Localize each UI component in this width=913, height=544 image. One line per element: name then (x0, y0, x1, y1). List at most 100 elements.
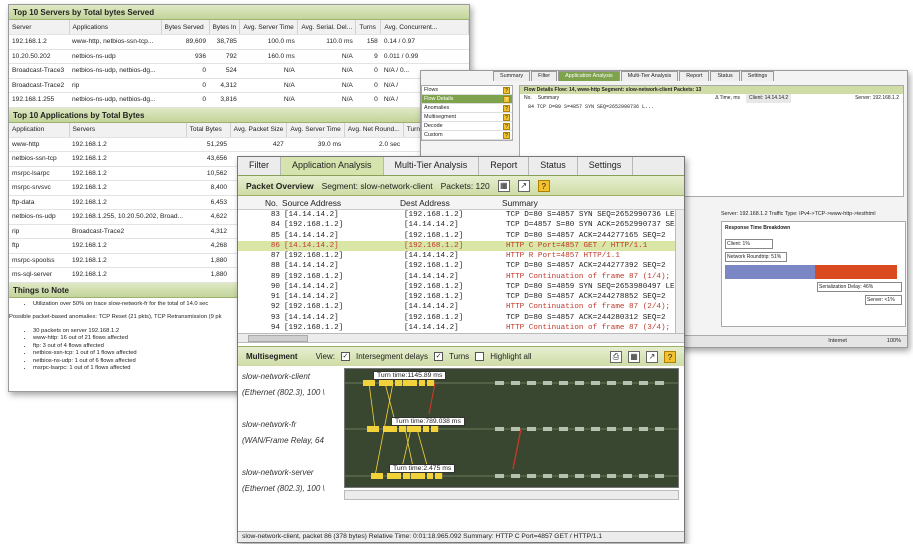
main-tab[interactable]: Multi-Tier Analysis (384, 157, 480, 175)
flow-tab[interactable]: Report (679, 71, 710, 81)
help-icon[interactable]: ? (503, 132, 510, 139)
flow-tab[interactable]: Application Analysis (558, 71, 620, 81)
col-src[interactable]: Source Address (282, 198, 400, 208)
table-icon[interactable]: ▦ (497, 179, 510, 192)
help-icon[interactable]: ? (503, 123, 510, 130)
flow-packet-row[interactable]: 84 TCP D=80 S=4857 SYN SEQ=2652990736 L.… (524, 103, 903, 111)
packet-row[interactable]: 94 [192.168.1.2] [14.14.14.2] HTTP Continua… (238, 323, 684, 333)
help-icon[interactable]: ? (537, 179, 550, 192)
packet-block (427, 380, 435, 386)
table2-icon[interactable]: ▦ (628, 350, 640, 363)
col-no[interactable]: No. (246, 198, 282, 208)
nav-item[interactable]: Custom? (422, 131, 512, 140)
apps-cell: 192.168.1.2 (69, 267, 187, 283)
apps-cell: netbios-ns-udp (9, 209, 69, 225)
help-icon[interactable]: ? (503, 87, 510, 94)
servers-col-header[interactable]: Applications (69, 20, 162, 35)
packet-block (607, 474, 616, 478)
main-tab[interactable]: Report (479, 157, 530, 175)
main-tab[interactable]: Status (529, 157, 578, 175)
packet-row[interactable]: 87 [192.168.1.2] [14.14.14.2] HTTP R Port=4… (238, 251, 684, 261)
apps-col-header[interactable]: Avg. Server Time (286, 122, 345, 138)
apps-cell: 427 (230, 137, 287, 152)
packet-row[interactable]: 93 [14.14.14.2] [192.168.1.2] TCP D=80 S=48… (238, 313, 684, 323)
packet-row[interactable]: 89 [192.168.1.2] [14.14.14.2] HTTP Continua… (238, 272, 684, 282)
main-tab[interactable]: Settings (578, 157, 634, 175)
col-dst[interactable]: Dest Address (400, 198, 502, 208)
apps-col-header[interactable]: Total Bytes (186, 122, 231, 138)
apps-col-header[interactable]: Servers (69, 122, 187, 138)
servers-cell: 192.168.1.2 (9, 34, 69, 50)
help2-icon[interactable]: ? (664, 350, 676, 363)
main-tab[interactable]: Application Analysis (281, 157, 384, 175)
nav-item[interactable]: Anomalies? (422, 104, 512, 113)
col-summary[interactable]: Summary (502, 198, 538, 208)
nav-item[interactable]: Decode? (422, 122, 512, 131)
nav-item[interactable]: Flows? (422, 86, 512, 95)
packet-block (543, 381, 552, 385)
servers-col-header[interactable]: Server (9, 20, 70, 35)
help-icon[interactable]: ? (503, 105, 510, 112)
servers-col-header[interactable]: Avg. Serial. Del... (297, 20, 357, 35)
packet-cell: 83 (270, 211, 280, 219)
main-tab[interactable]: Filter (238, 157, 281, 175)
flow-tab[interactable]: Filter (531, 71, 558, 81)
multisegment-chart[interactable]: Turn time:1145.89 ms Turn time:789.038 m… (344, 368, 679, 488)
packet-row[interactable]: 86 [14.14.14.2] [192.168.1.2] HTTP C Port=4… (238, 240, 684, 251)
apps-col-header[interactable]: Application (9, 122, 70, 138)
servers-cell: 100.0 ms (239, 34, 298, 50)
packet-row[interactable]: 84 [192.168.1.2] [14.14.14.2] TCP D=4857 S=… (238, 220, 684, 230)
nav-item[interactable]: Flow Details? (422, 95, 512, 104)
servers-cell: Broadcast-Trace3 (9, 63, 69, 79)
packet-row[interactable]: 91 [14.14.14.2] [192.168.1.2] TCP D=80 S=48… (238, 292, 684, 302)
ms-hscroll[interactable] (344, 490, 679, 500)
apps-col-header[interactable]: Avg. Net Round... (344, 122, 404, 138)
servers-col-header[interactable]: Turns (355, 20, 382, 35)
apps-cell: ms-sql-server (9, 267, 69, 283)
flow-tab[interactable]: Summary (493, 71, 531, 81)
apps-row[interactable]: www-http 192.168.1.2 51,295 427 39.0 ms 2.0 s… (9, 137, 469, 152)
rt-serial: Serialization Delay: 46% (817, 282, 902, 292)
packet-vscroll[interactable] (675, 210, 684, 333)
packet-row[interactable]: 83 [14.14.14.2] [192.168.1.2] TCP D=80 S=48… (238, 210, 684, 220)
packet-row[interactable]: 88 [14.14.14.2] [192.168.1.2] TCP D=80 S=48… (238, 261, 684, 271)
highlight-checkbox[interactable] (475, 352, 485, 361)
packet-list: 83 [14.14.14.2] [192.168.1.2] TCP D=80 S=48… (238, 210, 684, 333)
packet-row[interactable]: 90 [14.14.14.2] [192.168.1.2] TCP D=80 S=48… (238, 282, 684, 292)
nav-item[interactable]: Multisegment? (422, 113, 512, 122)
packet-cell: [14.14.14.2] (284, 293, 339, 301)
packet-hscroll[interactable] (238, 333, 684, 343)
flow-tab[interactable]: Status (710, 71, 740, 81)
print-icon[interactable]: ⎙ (610, 350, 622, 363)
servers-col-header[interactable]: Avg. Concurrent... (380, 20, 469, 35)
export-icon[interactable]: ↗ (517, 179, 530, 192)
servers-cell: 9 (355, 49, 381, 64)
servers-cell: netbios-ns-udp, netbios-dg... (69, 63, 161, 79)
export2-icon[interactable]: ↗ (646, 350, 658, 363)
servers-row[interactable]: 192.168.1.255 netbios-ns-udp, netbios-dg.… (9, 92, 469, 108)
packet-block (639, 427, 648, 431)
packet-block (591, 427, 600, 431)
packet-cell: [14.14.14.2] (284, 262, 339, 271)
flow-tab[interactable]: Settings (740, 71, 775, 81)
servers-row[interactable]: 10.20.50.202 netbios-ns-udp 936 792 160.0 ms… (9, 49, 469, 64)
servers-row[interactable]: Broadcast-Trace3 netbios-ns-udp, netbios-… (9, 63, 469, 79)
servers-col-header[interactable]: Avg. Server Time (239, 20, 299, 35)
packet-row[interactable]: 92 [192.168.1.2] [14.14.14.2] HTTP Continua… (238, 302, 684, 312)
help-icon[interactable]: ? (503, 114, 510, 121)
hscroll-thumb[interactable] (248, 335, 308, 342)
status-zoom[interactable]: 100% (887, 338, 901, 345)
flow-tab[interactable]: Multi-Tier Analysis (620, 71, 679, 81)
servers-cell: N/A (239, 78, 298, 93)
intersegment-checkbox[interactable]: ✓ (340, 352, 350, 361)
servers-col-header[interactable]: Bytes Served (161, 20, 210, 35)
apps-col-header[interactable]: Avg. Packet Size (230, 122, 288, 138)
packet-row[interactable]: 85 [14.14.14.2] [192.168.1.2] TCP D=80 S=48… (238, 231, 684, 241)
servers-col-header[interactable]: Bytes In (209, 20, 241, 35)
servers-row[interactable]: 192.168.1.2 www-http, netbios-ssn-tcp... 8… (9, 34, 469, 50)
turns-checkbox[interactable]: ✓ (434, 352, 444, 361)
help-icon[interactable]: ? (503, 96, 510, 103)
servers-row[interactable]: Broadcast-Trace2 rip 0 4,312 N/A N/A 0 N/A / (9, 78, 469, 93)
packet-block (591, 381, 600, 385)
packet-cell: 91 (270, 293, 280, 301)
